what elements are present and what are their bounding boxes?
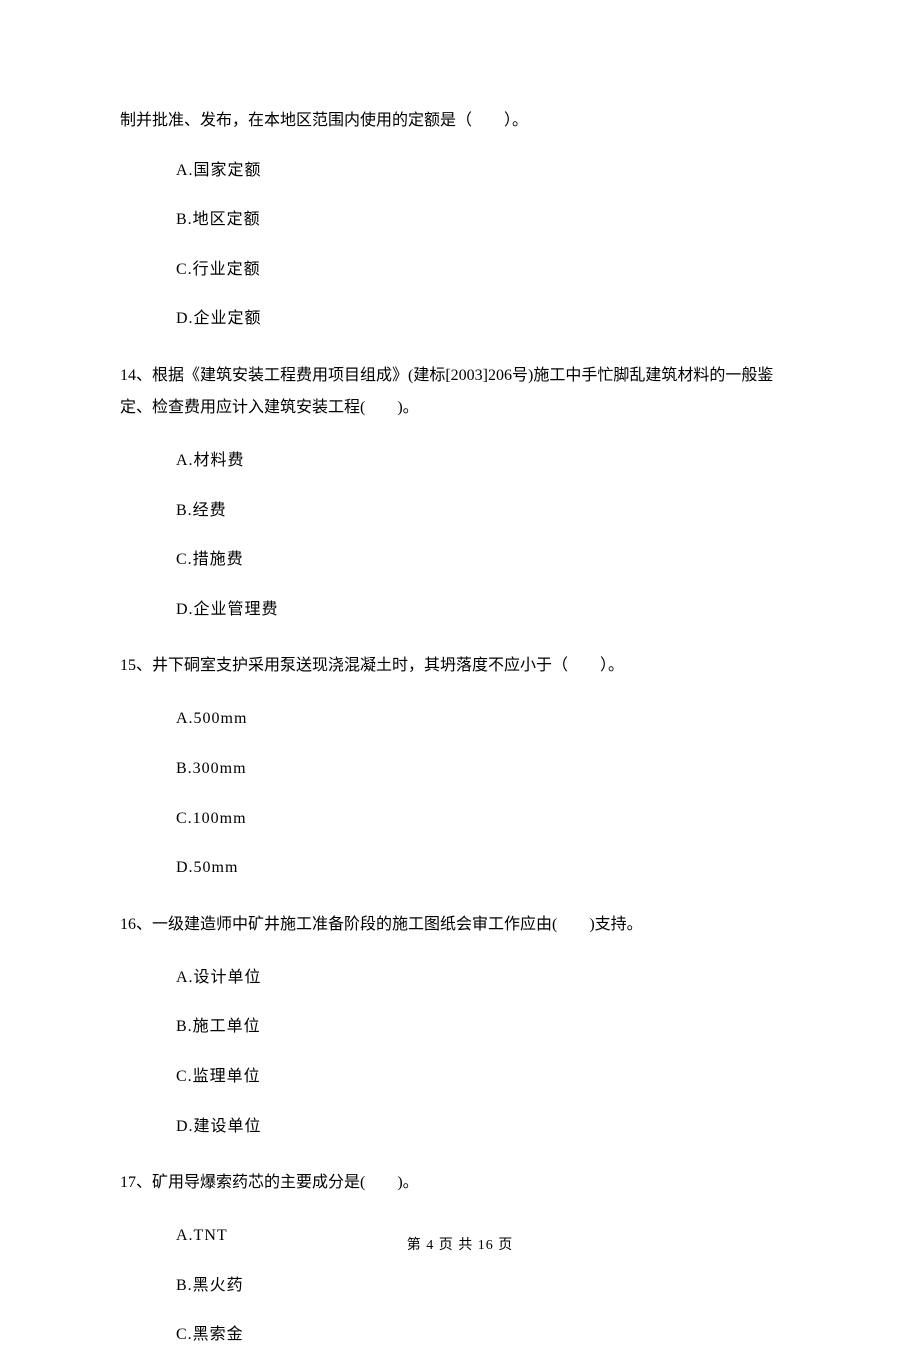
option-13-b: B.地区定额	[176, 207, 800, 233]
option-13-d: D.企业定额	[176, 306, 800, 332]
option-14-d: D.企业管理费	[176, 597, 800, 623]
question-16-group: 16、一级建造师中矿井施工准备阶段的施工图纸会审工作应由( )支持。 A.设计单…	[120, 909, 800, 1139]
option-15-c: C.100mm	[176, 806, 800, 832]
question-15-text: 15、井下硐室支护采用泵送现浇混凝土时，其坍落度不应小于（ ）。	[120, 650, 800, 682]
page-content: 制并批准、发布，在本地区范围内使用的定额是（ ）。 A.国家定额 B.地区定额 …	[0, 0, 920, 1348]
option-13-c: C.行业定额	[176, 257, 800, 283]
question-13-continuation: 制并批准、发布，在本地区范围内使用的定额是（ ）。	[120, 108, 800, 134]
option-16-b: B.施工单位	[176, 1014, 800, 1040]
option-16-d: D.建设单位	[176, 1114, 800, 1140]
question-17-group: 17、矿用导爆索药芯的主要成分是( )。 A.TNT B.黑火药 C.黑索金	[120, 1167, 800, 1348]
question-15-group: 15、井下硐室支护采用泵送现浇混凝土时，其坍落度不应小于（ ）。 A.500mm…	[120, 650, 800, 880]
question-14-group: 14、根据《建筑安装工程费用项目组成》(建标[2003]206号)施工中手忙脚乱…	[120, 360, 800, 622]
question-13-continuation-group: 制并批准、发布，在本地区范围内使用的定额是（ ）。 A.国家定额 B.地区定额 …	[120, 108, 800, 332]
question-17-text: 17、矿用导爆索药芯的主要成分是( )。	[120, 1167, 800, 1199]
question-14-text: 14、根据《建筑安装工程费用项目组成》(建标[2003]206号)施工中手忙脚乱…	[120, 360, 800, 424]
option-14-c: C.措施费	[176, 547, 800, 573]
option-17-c: C.黑索金	[176, 1322, 800, 1348]
page-footer: 第 4 页 共 16 页	[0, 1235, 920, 1257]
option-15-b: B.300mm	[176, 756, 800, 782]
option-13-a: A.国家定额	[176, 158, 800, 184]
option-16-a: A.设计单位	[176, 965, 800, 991]
option-14-a: A.材料费	[176, 448, 800, 474]
option-17-b: B.黑火药	[176, 1273, 800, 1299]
question-16-text: 16、一级建造师中矿井施工准备阶段的施工图纸会审工作应由( )支持。	[120, 909, 800, 941]
option-16-c: C.监理单位	[176, 1064, 800, 1090]
option-14-b: B.经费	[176, 498, 800, 524]
option-15-a: A.500mm	[176, 706, 800, 732]
option-15-d: D.50mm	[176, 855, 800, 881]
